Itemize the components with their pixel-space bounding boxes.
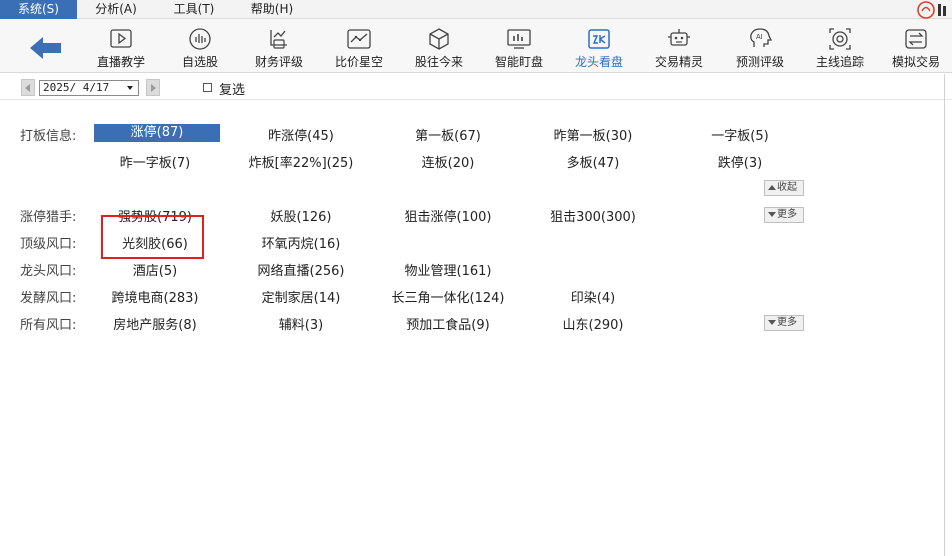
hunter-snipe-limit-up[interactable]: 狙击涨停(100)	[390, 206, 506, 225]
leader-property-mgmt[interactable]: 物业管理(161)	[398, 260, 498, 279]
brand-logo-icon	[916, 0, 952, 19]
toolbar-label: 直播教学	[96, 55, 145, 69]
toolbar: 直播教学 自选股 财务评级 比价星空 股往今来 智能盯盘 龙头看盘 交易精灵 A…	[0, 19, 952, 73]
toolbar-label: 交易精灵	[654, 55, 703, 69]
all-real-estate-services[interactable]: 房地产服务(8)	[105, 314, 205, 333]
board-consecutive[interactable]: 连板(20)	[398, 152, 498, 171]
board-limit-up[interactable]: 涨停(87)	[94, 124, 220, 142]
section-label-all: 所有风口:	[20, 318, 77, 333]
toolbar-label: 比价星空	[334, 55, 383, 69]
board-broken[interactable]: 炸板[率22%](25)	[242, 152, 360, 171]
ferment-yangtze-delta[interactable]: 长三角一体化(124)	[386, 287, 510, 306]
toolbar-label: 主线追踪	[815, 55, 864, 69]
dragon-icon	[586, 27, 612, 51]
more-label: 更多	[777, 209, 797, 220]
section-label-board-info: 打板信息:	[20, 129, 77, 144]
bars-icon	[187, 27, 213, 51]
toolbar-label: 财务评级	[254, 55, 303, 69]
all-more-button[interactable]: 更多	[764, 315, 804, 331]
menu-tools[interactable]: 工具(T)	[164, 0, 224, 19]
section-label-hunter: 涨停猎手:	[20, 210, 77, 225]
toolbar-prediction-rating-button[interactable]: AI 预测评级	[720, 19, 800, 73]
toolbar-history-button[interactable]: 股往今来	[399, 19, 479, 73]
board-one-word[interactable]: 一字板(5)	[690, 125, 790, 144]
toolbar-trade-sprite-button[interactable]: 交易精灵	[639, 19, 719, 73]
back-arrow-icon[interactable]	[28, 35, 64, 61]
toolbar-label: 预测评级	[735, 55, 784, 69]
exchange-icon	[903, 27, 929, 51]
robot-icon	[666, 27, 692, 51]
multi-select-checkbox[interactable]	[203, 83, 212, 92]
multi-select-label[interactable]: 复选	[219, 79, 245, 98]
ferment-cross-border[interactable]: 跨境电商(283)	[105, 287, 205, 306]
monitor-icon	[506, 27, 532, 51]
toolbar-watchlist-button[interactable]: 自选股	[160, 19, 240, 73]
all-shandong[interactable]: 山东(290)	[543, 314, 643, 333]
next-date-button[interactable]	[146, 79, 160, 96]
leader-hotel[interactable]: 酒店(5)	[105, 260, 205, 279]
menu-bar: 系统(S) 分析(A) 工具(T) 帮助(H)	[0, 0, 952, 19]
collapse-label: 收起	[777, 182, 797, 193]
leader-live-streaming[interactable]: 网络直播(256)	[251, 260, 351, 279]
hunter-snipe-300[interactable]: 狙击300(300)	[536, 206, 650, 225]
cube-icon	[426, 27, 452, 51]
menu-analysis[interactable]: 分析(A)	[86, 0, 146, 19]
toolbar-label: 龙头看盘	[574, 55, 623, 69]
finance-icon	[266, 27, 292, 51]
section-label-leader: 龙头风口:	[20, 264, 77, 279]
ai-head-icon: AI	[747, 27, 773, 51]
menu-help[interactable]: 帮助(H)	[242, 0, 302, 19]
all-prepared-food[interactable]: 预加工食品(9)	[398, 314, 498, 333]
toolbar-label: 自选股	[181, 55, 218, 69]
date-value: 2025/ 4/17	[43, 81, 110, 94]
ferment-custom-home[interactable]: 定制家居(14)	[251, 287, 351, 306]
line-chart-icon	[346, 27, 372, 51]
chevron-down-icon	[768, 320, 776, 325]
svg-text:AI: AI	[756, 34, 763, 41]
play-icon	[108, 27, 134, 51]
collapse-button[interactable]: 收起	[764, 180, 804, 196]
panel-divider	[944, 74, 945, 556]
prev-date-button[interactable]	[21, 79, 35, 96]
target-icon	[827, 27, 853, 51]
chevron-down-icon[interactable]	[124, 82, 137, 94]
date-row: 2025/ 4/17 复选	[0, 74, 952, 100]
toolbar-finance-rating-button[interactable]: 财务评级	[239, 19, 319, 73]
toolbar-label: 股往今来	[414, 55, 463, 69]
toolbar-live-teaching-button[interactable]: 直播教学	[81, 19, 161, 73]
chevron-up-icon	[768, 185, 776, 190]
board-limit-down[interactable]: 跌停(3)	[690, 152, 790, 171]
top-propylene-oxide[interactable]: 环氧丙烷(16)	[251, 233, 351, 252]
more-label: 更多	[777, 317, 797, 328]
chevron-down-icon	[768, 212, 776, 217]
toolbar-smart-monitor-button[interactable]: 智能盯盘	[479, 19, 559, 73]
section-label-top: 顶级风口:	[20, 237, 77, 252]
board-yesterday-one-word[interactable]: 昨一字板(7)	[105, 152, 205, 171]
toolbar-simulated-trade-button[interactable]: 模拟交易	[880, 19, 952, 73]
board-yesterday-first[interactable]: 昨第一板(30)	[543, 125, 643, 144]
all-accessories[interactable]: 辅料(3)	[251, 314, 351, 333]
board-first[interactable]: 第一板(67)	[398, 125, 498, 144]
toolbar-label: 模拟交易	[891, 55, 940, 69]
menu-system[interactable]: 系统(S)	[0, 0, 77, 19]
board-multi[interactable]: 多板(47)	[543, 152, 643, 171]
toolbar-price-compare-button[interactable]: 比价星空	[319, 19, 399, 73]
toolbar-mainline-tracking-button[interactable]: 主线追踪	[800, 19, 880, 73]
ferment-printing-dyeing[interactable]: 印染(4)	[543, 287, 643, 306]
board-yesterday-limit-up[interactable]: 昨涨停(45)	[251, 125, 351, 144]
toolbar-dragon-watch-button[interactable]: 龙头看盘	[559, 19, 639, 73]
section-label-ferment: 发酵风口:	[20, 291, 77, 306]
date-picker[interactable]: 2025/ 4/17	[39, 80, 139, 96]
toolbar-label: 智能盯盘	[494, 55, 543, 69]
hunter-demon-stocks[interactable]: 妖股(126)	[251, 206, 351, 225]
hunter-more-button[interactable]: 更多	[764, 207, 804, 223]
highlight-box	[101, 215, 204, 259]
